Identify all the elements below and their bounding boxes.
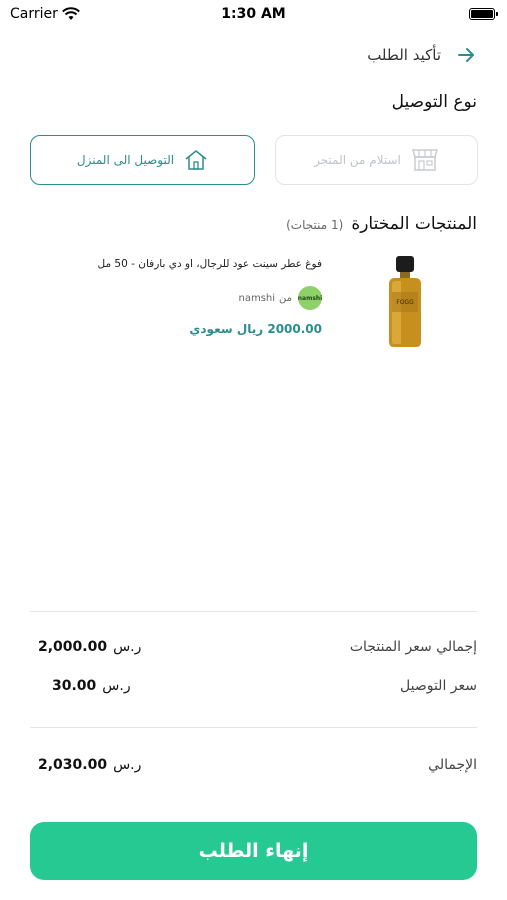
store-info: namshi من namshi (238, 286, 322, 310)
page-header: تأكيد الطلب (367, 40, 477, 70)
grand-total-amount: 2,030.00 (38, 757, 108, 773)
delivery-price-currency: ر.س (102, 678, 131, 694)
store-icon (411, 148, 439, 172)
clock: 1:30 AM (221, 6, 286, 22)
perfume-bottle-image: FOGG (383, 254, 427, 350)
divider (30, 611, 477, 612)
grand-total-value: 2,030.00 ر.س (38, 757, 141, 773)
product-name: فوغ عطر سينت عود للرجال، او دي بارفان - … (97, 258, 323, 270)
page-title: تأكيد الطلب (367, 46, 441, 64)
store-name: namshi (238, 292, 276, 304)
products-total-amount: 2,000.00 (38, 639, 108, 655)
delivery-price-value: 30.00 ر.س (52, 678, 131, 694)
products-count: (1 منتجات) (286, 218, 344, 232)
product-item[interactable]: FOGG فوغ عطر سينت عود للرجال، او دي بارف… (30, 252, 477, 352)
home-delivery-option[interactable]: التوصيل الى المنزل (30, 135, 255, 185)
products-total-value: 2,000.00 ر.س (38, 639, 141, 655)
products-total-currency: ر.س (113, 639, 142, 655)
arrow-right-icon[interactable] (455, 44, 477, 66)
product-price: 2000.00 ريال سعودي (189, 322, 322, 336)
home-delivery-label: التوصيل الى المنزل (76, 153, 175, 167)
grand-total-currency: ر.س (113, 757, 142, 773)
home-icon (184, 149, 208, 171)
products-title-label: المنتجات المختارة (351, 214, 477, 234)
products-total-label: إجمالي سعر المنتجات (349, 639, 477, 655)
finish-order-button[interactable]: إنهاء الطلب (30, 822, 477, 880)
store-from-label: من (279, 292, 292, 304)
divider (30, 727, 477, 728)
store-logo: namshi (298, 286, 322, 310)
delivery-type-title: نوع التوصيل (391, 92, 477, 112)
battery-icon (469, 8, 498, 20)
delivery-price-amount: 30.00 (52, 678, 97, 694)
pickup-option-label: استلام من المتجر (314, 153, 401, 167)
selected-products-title: المنتجات المختارة (1 منتجات) (286, 214, 477, 234)
bottle-label: FOGG (396, 299, 414, 306)
grand-total-label: الإجمالي (428, 757, 477, 773)
delivery-price-label: سعر التوصيل (400, 678, 477, 694)
status-bar: Carrier 1:30 AM (0, 0, 507, 30)
pickup-from-store-option[interactable]: استلام من المتجر (275, 135, 478, 185)
